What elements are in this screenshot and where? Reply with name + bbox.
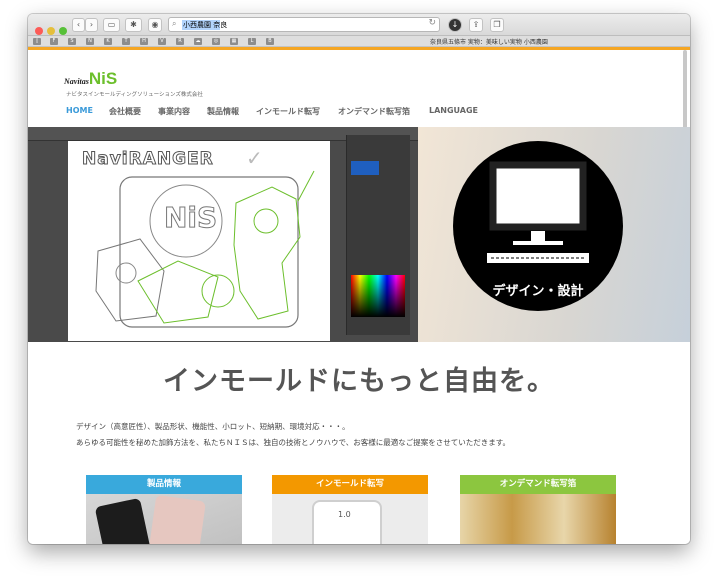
- design-caption: デザイン・設計: [492, 284, 584, 299]
- n-icon[interactable]: N: [86, 38, 94, 45]
- card-ondemand-label: オンデマンド転写箔: [460, 475, 616, 494]
- favorites-bar: ▯ F S N K T H V R ☁ ◎ ▦ L B 奈良県五條市 実物：美味…: [28, 36, 690, 47]
- nav-item-company[interactable]: 会社概要: [109, 106, 141, 117]
- nav-item-home[interactable]: HOME: [66, 106, 93, 115]
- illustration-logo: NiS: [163, 201, 218, 235]
- intro-line-1: デザイン（高意匠性）、製品形状、機能性、小ロット、短納期、環境対応・・・。: [76, 422, 350, 431]
- f-icon[interactable]: F: [50, 38, 58, 45]
- card-inmold-label: インモールド転写: [272, 475, 428, 494]
- card-inmold-image: 1.0: [272, 494, 428, 544]
- nav-item-ondemand[interactable]: オンデマンド転写箔: [338, 106, 410, 117]
- card-products-label: 製品情報: [86, 475, 242, 494]
- scrollbar-thumb[interactable]: [683, 50, 687, 130]
- l-icon[interactable]: L: [248, 38, 256, 45]
- k-icon[interactable]: K: [104, 38, 112, 45]
- page-headline: インモールドにもっと自由を。: [163, 366, 555, 397]
- share-button[interactable]: ⇪: [469, 18, 483, 32]
- nav-item-inmold[interactable]: インモールド転写: [256, 106, 320, 117]
- black-case-image: [94, 497, 152, 544]
- search-icon: ⌕: [172, 19, 177, 28]
- s-icon[interactable]: S: [68, 38, 76, 45]
- card-ondemand-image: [460, 494, 616, 544]
- color-picker: [351, 275, 405, 317]
- software-panels: [346, 135, 410, 335]
- site-logo[interactable]: NavitasNiS: [64, 69, 117, 89]
- address-bar[interactable]: ⌕ ↻: [168, 17, 440, 32]
- close-button[interactable]: [35, 27, 43, 35]
- h-icon[interactable]: H: [140, 38, 148, 45]
- card-products[interactable]: 製品情報: [86, 475, 242, 544]
- reload-icon[interactable]: ↻: [428, 18, 436, 28]
- logo-brand: Navitas: [64, 77, 89, 86]
- zoom-button[interactable]: [59, 27, 67, 35]
- logo-mark: NiS: [88, 69, 118, 88]
- nav-item-products[interactable]: 製品情報: [207, 106, 239, 117]
- sidebar-button[interactable]: ▭: [103, 18, 120, 32]
- nav-item-language[interactable]: LANGUAGE: [429, 106, 478, 115]
- forward-button[interactable]: ›: [85, 18, 98, 32]
- browser-toolbar: ‹ › ▭ ✱ ◉ ⌕ ↻ ↓ ⇪ ❐: [28, 14, 690, 36]
- tabs-button[interactable]: ❐: [490, 18, 504, 32]
- favorites-item-konishi[interactable]: 奈良県五條市 実物：美味しい実物 小西農園: [430, 37, 548, 46]
- back-button[interactable]: ‹: [72, 18, 85, 32]
- device-image: [312, 500, 382, 544]
- web-page: NavitasNiS ナビタスインモールディングソリューションズ株式会社 HOM…: [28, 47, 690, 544]
- bookmarks-icon[interactable]: ▯: [33, 38, 41, 45]
- card-products-image: [86, 494, 242, 544]
- r-icon[interactable]: R: [176, 38, 184, 45]
- device-label: 1.0: [338, 510, 351, 519]
- pink-case-image: [148, 494, 206, 544]
- top-sites-button[interactable]: ✱: [125, 18, 142, 32]
- card-ondemand[interactable]: オンデマンド転写箔: [460, 475, 616, 544]
- b-icon[interactable]: B: [266, 38, 274, 45]
- url-input[interactable]: [183, 19, 421, 30]
- downloads-button[interactable]: ↓: [448, 18, 462, 32]
- blue-swatch: [351, 161, 379, 175]
- bbs-icon[interactable]: ▦: [230, 38, 238, 45]
- navi-ranger-artboard: NaviRANGER ✓ NiS: [68, 141, 330, 341]
- browser-window: ‹ › ▭ ✱ ◉ ⌕ ↻ ↓ ⇪ ❐ ▯ F S N K T H V R ☁ …: [28, 14, 690, 544]
- t-icon[interactable]: T: [122, 38, 130, 45]
- intro-line-2: あらゆる可能性を秘めた加飾方法を、私たちＮＩＳは、独自の技術とノウハウで、お客様…: [76, 438, 510, 447]
- robot-lineart: [95, 170, 315, 328]
- card-inmold[interactable]: インモールド転写 1.0: [272, 475, 428, 544]
- v-icon[interactable]: V: [158, 38, 166, 45]
- nav-item-business[interactable]: 事業内容: [158, 106, 190, 117]
- design-software-screenshot: NaviRANGER ✓ NiS: [28, 127, 418, 342]
- top-accent-bar: [28, 47, 690, 50]
- intro-text: デザイン（高意匠性）、製品形状、機能性、小ロット、短納期、環境対応・・・。 あら…: [76, 419, 510, 451]
- company-name: ナビタスインモールディングソリューションズ株式会社: [66, 92, 203, 98]
- cloud-icon[interactable]: ☁: [194, 38, 202, 45]
- instagram-icon[interactable]: ◎: [212, 38, 220, 45]
- hero-banner: NaviRANGER ✓ NiS デザイン・設計: [28, 127, 690, 342]
- extension-icon[interactable]: ◉: [148, 18, 162, 32]
- minimize-button[interactable]: [47, 27, 55, 35]
